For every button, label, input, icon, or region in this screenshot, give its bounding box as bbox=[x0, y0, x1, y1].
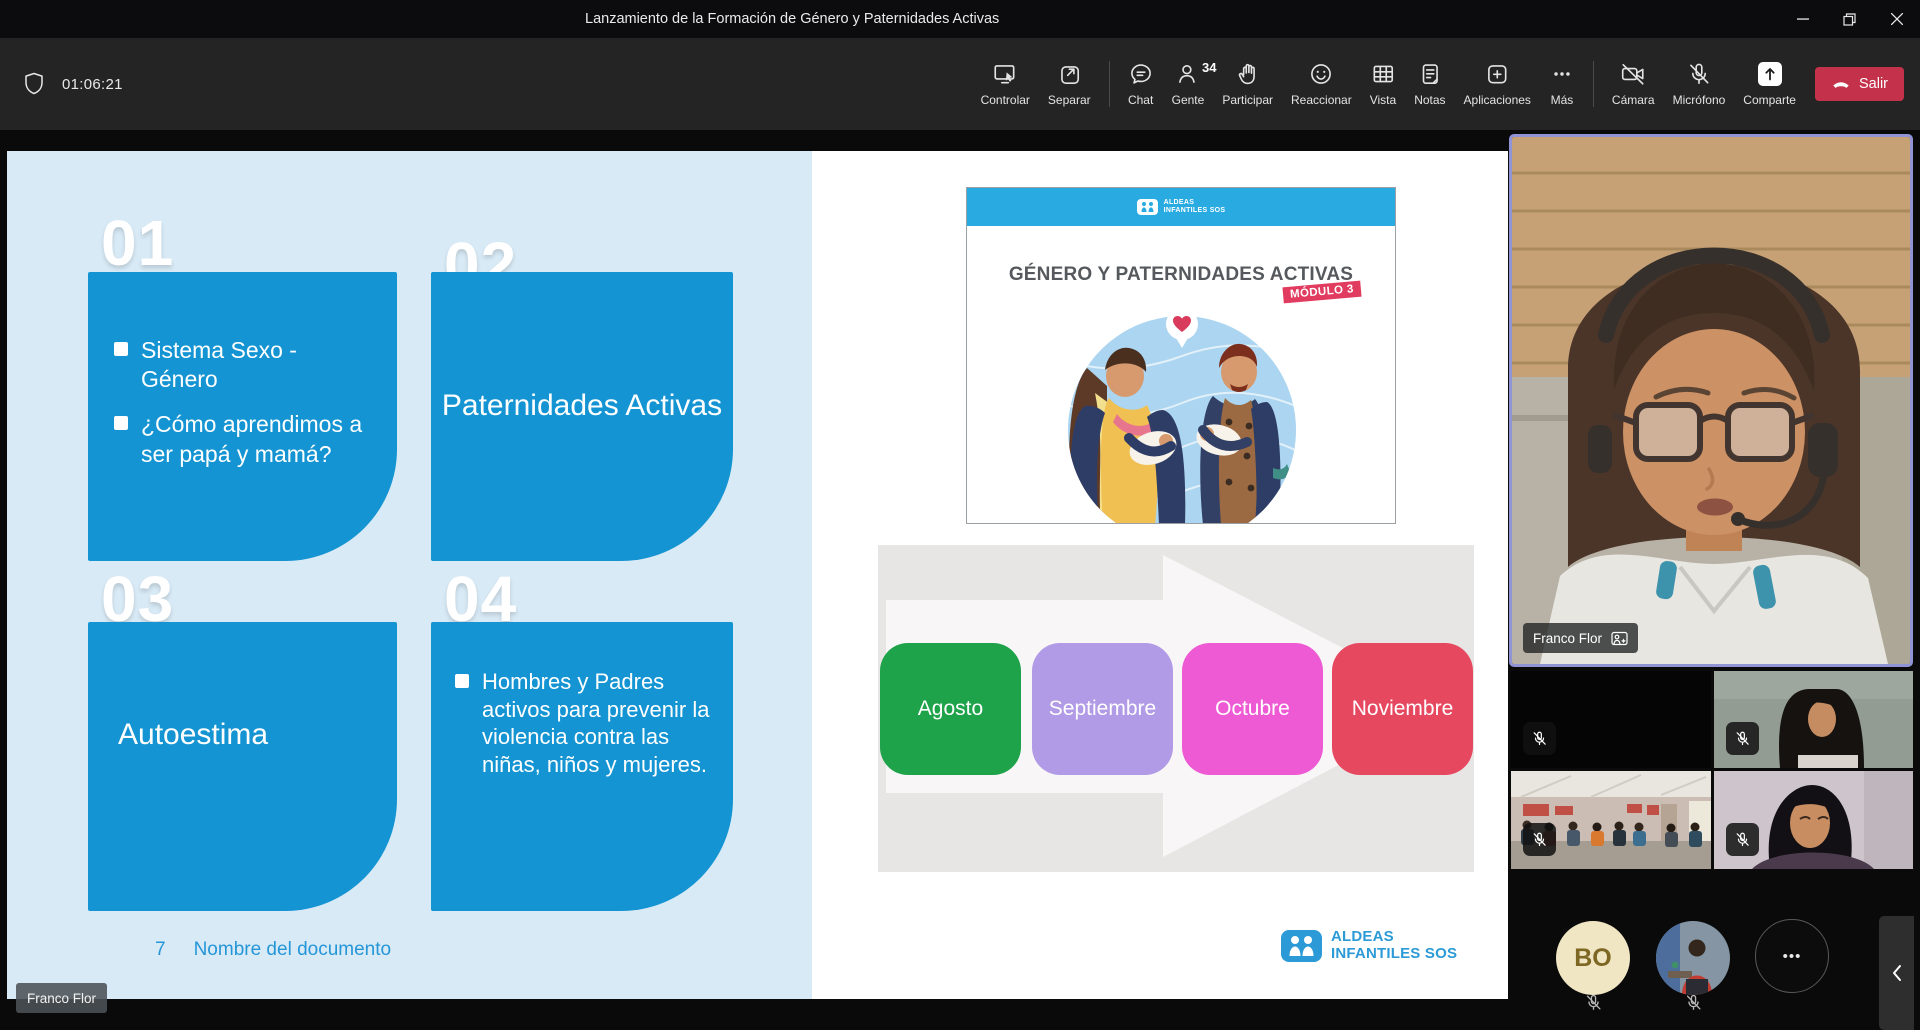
meeting-title: Lanzamiento de la Formación de Género y … bbox=[585, 0, 999, 38]
aldeas-logo-text: ALDEAS INFANTILES SOS bbox=[1331, 929, 1457, 962]
timeline-month: Septiembre bbox=[1032, 643, 1173, 775]
mic-muted-badge bbox=[1726, 823, 1759, 856]
module-card: ALDEAS INFANTILES SOS GÉNERO Y PATERNIDA… bbox=[966, 187, 1396, 524]
topic-box-3: Autoestima bbox=[88, 622, 397, 911]
video-tile-participant[interactable] bbox=[1714, 771, 1913, 869]
screen-control-icon bbox=[992, 61, 1018, 87]
apps-button[interactable]: Aplicaciones bbox=[1455, 38, 1540, 130]
topic-box-1: Sistema Sexo - Género ¿Cómo aprendimos a… bbox=[88, 272, 397, 561]
module-illustration bbox=[967, 298, 1396, 524]
ellipsis-icon bbox=[1549, 61, 1575, 87]
topic-box-4: Hombres y Padres activos para prevenir l… bbox=[431, 622, 733, 911]
participant-video bbox=[1512, 137, 1910, 664]
hangup-icon bbox=[1831, 74, 1851, 94]
window-controls bbox=[1779, 0, 1920, 38]
camera-off-icon bbox=[1620, 61, 1646, 87]
teams-meeting-window: Lanzamiento de la Formación de Género y … bbox=[0, 0, 1920, 1030]
topic-title: Autoestima bbox=[88, 622, 397, 752]
mic-muted-badge bbox=[1726, 722, 1759, 755]
chat-icon bbox=[1128, 61, 1154, 87]
raised-hand-icon bbox=[1235, 61, 1261, 87]
slide-left-panel: 01 Sistema Sexo - Género ¿Cómo aprendimo… bbox=[7, 151, 812, 999]
timeline-month: Agosto bbox=[880, 643, 1021, 775]
timeline-month: Octubre bbox=[1182, 643, 1323, 775]
slide-doc-name: Nombre del documento bbox=[194, 939, 392, 961]
more-button[interactable]: Más bbox=[1540, 38, 1584, 130]
mic-button[interactable]: Micrófono bbox=[1664, 38, 1735, 130]
grid-view-icon bbox=[1370, 61, 1396, 87]
react-button[interactable]: Reaccionar bbox=[1282, 38, 1361, 130]
shield-icon bbox=[22, 71, 46, 97]
add-app-icon bbox=[1484, 61, 1510, 87]
notes-button[interactable]: Notas bbox=[1405, 38, 1454, 130]
camera-button[interactable]: Cámara bbox=[1603, 38, 1664, 130]
chevron-left-icon bbox=[1891, 963, 1903, 983]
topic-title: Paternidades Activas bbox=[431, 272, 733, 423]
notes-icon bbox=[1417, 61, 1443, 87]
participant-name: Franco Flor bbox=[1533, 631, 1602, 646]
meeting-timer: 01:06:21 bbox=[62, 76, 123, 93]
mic-muted-icon bbox=[1684, 993, 1703, 1012]
control-button[interactable]: Controlar bbox=[972, 38, 1039, 130]
video-tile-camera-off[interactable] bbox=[1511, 671, 1711, 768]
collapse-panel-button[interactable] bbox=[1879, 916, 1914, 1030]
overflow-participants-button[interactable]: ••• bbox=[1755, 919, 1829, 993]
people-button[interactable]: 34 Gente bbox=[1163, 38, 1214, 130]
avatar-initials[interactable]: BO bbox=[1556, 921, 1630, 995]
leave-button[interactable]: Salir bbox=[1815, 67, 1904, 101]
video-tile-room[interactable] bbox=[1511, 771, 1711, 869]
mic-muted-badge bbox=[1523, 722, 1556, 755]
share-presenter-label: Franco Flor bbox=[16, 983, 107, 1013]
popout-button[interactable]: Separar bbox=[1039, 38, 1100, 130]
share-tray-icon bbox=[1757, 61, 1783, 87]
aldeas-logo-icon bbox=[1281, 930, 1322, 962]
bullet-marker bbox=[114, 342, 128, 356]
people-icon: 34 bbox=[1175, 61, 1201, 87]
topic-bullet: ¿Cómo aprendimos a ser papá y mamá? bbox=[141, 410, 379, 468]
restore-button[interactable] bbox=[1826, 0, 1873, 38]
ellipsis-icon: ••• bbox=[1783, 948, 1802, 965]
main-video-tile[interactable]: Franco Flor bbox=[1509, 134, 1913, 667]
timeline-month: Noviembre bbox=[1332, 643, 1473, 775]
topic-number: 01 bbox=[101, 211, 174, 275]
spotlight-icon bbox=[1611, 631, 1628, 646]
participant-name-label: Franco Flor bbox=[1523, 623, 1638, 653]
people-count-badge: 34 bbox=[1202, 60, 1216, 75]
mic-muted-badge bbox=[1523, 823, 1556, 856]
mic-off-icon bbox=[1686, 61, 1712, 87]
chat-button[interactable]: Chat bbox=[1119, 38, 1163, 130]
topic-bullet: Sistema Sexo - Género bbox=[141, 336, 379, 394]
video-tile-participant[interactable] bbox=[1714, 671, 1913, 768]
avatar-photo-image bbox=[1656, 921, 1730, 995]
share-button[interactable]: Comparte bbox=[1734, 38, 1805, 130]
close-button[interactable] bbox=[1873, 0, 1920, 38]
mic-muted-icon bbox=[1584, 993, 1603, 1012]
meeting-toolbar: 01:06:21 Controlar Separar bbox=[0, 38, 1920, 130]
toolbar-divider bbox=[1109, 61, 1110, 107]
minimize-button[interactable] bbox=[1779, 0, 1826, 38]
aldeas-logo-icon bbox=[1137, 199, 1158, 215]
toolbar-divider bbox=[1593, 61, 1594, 107]
popout-icon bbox=[1056, 61, 1082, 87]
smiley-icon bbox=[1308, 61, 1334, 87]
topic-bullet: Hombres y Padres activos para prevenir l… bbox=[482, 668, 719, 779]
slide-footer: 7 Nombre del documento bbox=[155, 939, 391, 961]
aldeas-brand-text: ALDEAS INFANTILES SOS bbox=[1164, 199, 1226, 215]
titlebar: Lanzamiento de la Formación de Género y … bbox=[0, 0, 1920, 38]
topic-box-2: Paternidades Activas bbox=[431, 272, 733, 561]
bullet-marker bbox=[114, 416, 128, 430]
module-card-header: ALDEAS INFANTILES SOS bbox=[967, 188, 1395, 226]
shared-screen: 01 Sistema Sexo - Género ¿Cómo aprendimo… bbox=[7, 151, 1508, 999]
avatar-photo[interactable] bbox=[1656, 921, 1730, 995]
timeline-band: Agosto Septiembre Octubre Noviembre bbox=[878, 545, 1474, 872]
view-button[interactable]: Vista bbox=[1361, 38, 1405, 130]
slide-page-number: 7 bbox=[155, 939, 166, 961]
aldeas-logo: ALDEAS INFANTILES SOS bbox=[1281, 929, 1457, 962]
module-title: GÉNERO Y PATERNIDADES ACTIVAS bbox=[967, 226, 1395, 286]
bullet-marker bbox=[455, 674, 469, 688]
raise-hand-button[interactable]: Participar bbox=[1213, 38, 1282, 130]
